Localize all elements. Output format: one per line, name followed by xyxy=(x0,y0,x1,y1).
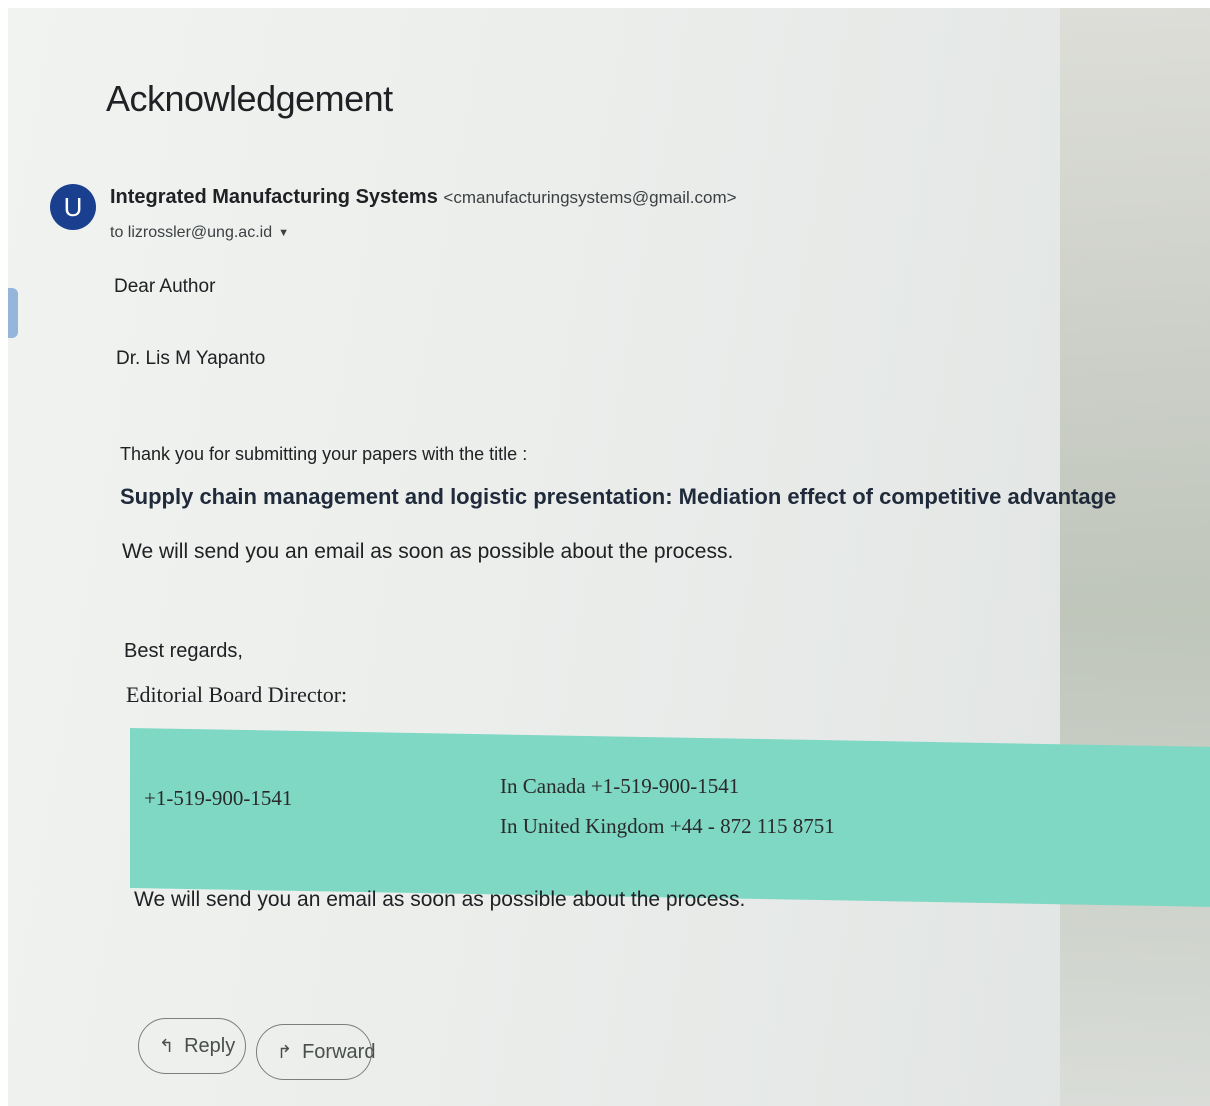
paper-title: Supply chain management and logistic pre… xyxy=(120,484,1117,509)
recipient-line: to lizrossler@ung.ac.id ▼ xyxy=(110,224,289,242)
reply-icon: ↰ xyxy=(159,1035,175,1056)
reply-label: Reply xyxy=(184,1034,236,1057)
sender-email: <cmanufacturingsystems@gmail.com> xyxy=(443,188,737,207)
contact-phone-main: +1-519-900-1541 xyxy=(144,786,293,810)
contact-phone-canada: In Canada +1-519-900-1541 xyxy=(500,774,740,798)
author-name: Dr. Lis M Yapanto xyxy=(116,348,266,369)
contact-phone-uk: In United Kingdom +44 - 872 115 8751 xyxy=(500,814,835,838)
thanks-line: Thank you for submitting your papers wit… xyxy=(120,444,528,464)
director-line: Editorial Board Director: xyxy=(126,682,348,707)
sender-avatar[interactable]: U xyxy=(50,184,96,230)
sender-name: Integrated Manufacturing Systems xyxy=(110,186,438,208)
process-note-repeat: We will send you an email as soon as pos… xyxy=(134,888,746,911)
email-view: Acknowledgement U Integrated Manufacturi… xyxy=(8,8,1210,1106)
forward-icon: ↱ xyxy=(277,1041,293,1062)
screen-glare xyxy=(1060,8,1210,1106)
forward-button[interactable]: ↱ Forward xyxy=(256,1024,376,1080)
process-note: We will send you an email as soon as pos… xyxy=(122,540,734,563)
sidebar-edge xyxy=(8,288,18,338)
greeting: Dear Author xyxy=(114,276,216,297)
recipient-address: to lizrossler@ung.ac.id xyxy=(110,224,273,241)
chevron-down-icon[interactable]: ▼ xyxy=(278,227,289,239)
reply-button[interactable]: ↰ Reply xyxy=(138,1018,246,1074)
email-subject: Acknowledgement xyxy=(106,78,393,119)
regards-line: Best regards, xyxy=(124,640,243,662)
sender-line: Integrated Manufacturing Systems <cmanuf… xyxy=(110,186,737,209)
forward-label: Forward xyxy=(302,1040,376,1063)
